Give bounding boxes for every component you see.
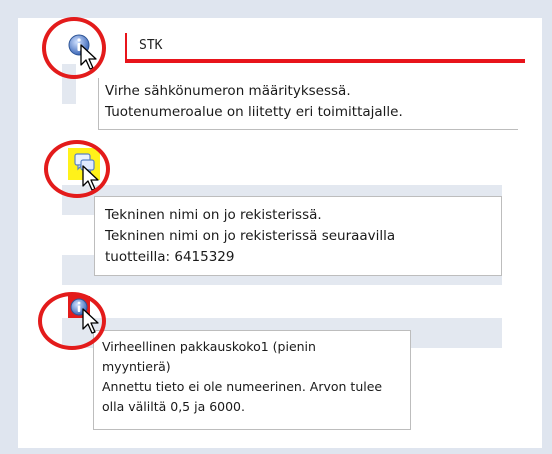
tooltip-electric-number: Virhe sähkönumeron määrityksessä. Tuoten…	[98, 78, 518, 130]
tooltip-line: myyntierä)	[102, 359, 171, 374]
tooltip-technical-name: Tekninen nimi on jo rekisterissä. Teknin…	[94, 196, 502, 276]
tooltip-header-label: STK	[139, 38, 163, 53]
tooltip-header-underline	[125, 59, 525, 63]
highlight-circle	[38, 292, 106, 350]
tooltip-line: Tuotenumeroalue on liitetty eri toimitta…	[105, 104, 403, 120]
tooltip-header-divider	[125, 33, 127, 61]
highlight-circle	[44, 140, 110, 198]
tooltip-line: Annettu tieto ei ole numeerinen. Arvon t…	[102, 379, 383, 394]
tooltip-line: olla väliltä 0,5 ja 6000.	[102, 399, 245, 414]
tooltip-package-size: Virheellinen pakkauskoko1 (pienin myynti…	[93, 330, 411, 430]
tooltip-line: Virheellinen pakkauskoko1 (pienin	[102, 339, 316, 354]
tooltip-line: Tekninen nimi on jo rekisterissä.	[105, 207, 322, 223]
tooltip-line: Virhe sähkönumeron määrityksessä.	[105, 83, 351, 99]
highlight-circle	[42, 17, 106, 79]
tooltip-line: Tekninen nimi on jo rekisterissä seuraav…	[105, 228, 396, 244]
tooltip-line: tuotteilla: 6415329	[105, 249, 235, 265]
